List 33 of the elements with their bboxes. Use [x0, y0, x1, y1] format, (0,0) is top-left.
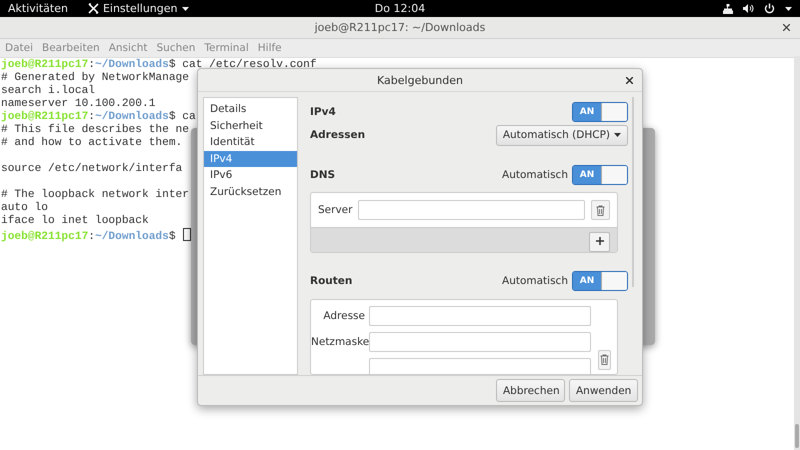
dialog-title: Kabelgebunden — [377, 74, 463, 86]
terminal-line: joeb@R211pc17:~/Downloads$ — [1, 228, 191, 241]
terminal-line: iface lo inet loopback — [1, 215, 149, 228]
dialog-button[interactable]: Anwenden — [569, 379, 638, 402]
sidebar-item[interactable]: Zurücksetzen — [204, 184, 297, 200]
section-label: Routen — [310, 275, 352, 288]
clock[interactable]: Do 12:04 — [374, 2, 426, 15]
terminal-line: source /etc/network/interfa — [1, 163, 182, 176]
activities-button[interactable]: Aktivitäten — [8, 2, 68, 15]
sidebar-item[interactable]: Identität — [204, 134, 297, 150]
toggle-label: Automatisch — [502, 275, 568, 288]
dialog-button[interactable]: Abbrechen — [496, 379, 565, 402]
method-dropdown[interactable]: Automatisch (DHCP) — [496, 124, 628, 146]
sidebar-item[interactable]: IPv6 — [204, 167, 297, 184]
field-label: Adresse — [322, 310, 365, 322]
terminal-line: nameserver 10.100.200.1 — [1, 98, 156, 110]
sidebar-item[interactable]: Details — [204, 101, 297, 118]
terminal-line: joeb@R211pc17:~/Downloads$ cat /etc/resolv.conf — [1, 59, 317, 72]
toggle-label: Automatisch — [502, 168, 568, 181]
terminal-line: # and how to activate them. — [1, 137, 182, 150]
section-label: IPv4 — [310, 106, 336, 118]
sidebar-item[interactable]: Sicherheit — [204, 118, 297, 134]
terminal-line: auto lo — [1, 202, 48, 214]
terminal-line: # The loopback network inter — [1, 189, 189, 202]
field-label: Adressen — [310, 129, 366, 142]
terminal-line: # Generated by NetworkManage — [1, 72, 189, 84]
field-label: Server — [318, 204, 352, 216]
window-title: joeb@R211pc17: ~/Downloads — [314, 21, 486, 34]
terminal-line: joeb@R211pc17:~/Downloads$ ca — [1, 111, 196, 124]
section-label: DNS — [310, 168, 336, 181]
terminal-line: # This file describes the ne — [1, 124, 189, 136]
app-menu[interactable]: Einstellungen — [102, 2, 178, 15]
terminal-line: search i.local — [1, 85, 95, 98]
